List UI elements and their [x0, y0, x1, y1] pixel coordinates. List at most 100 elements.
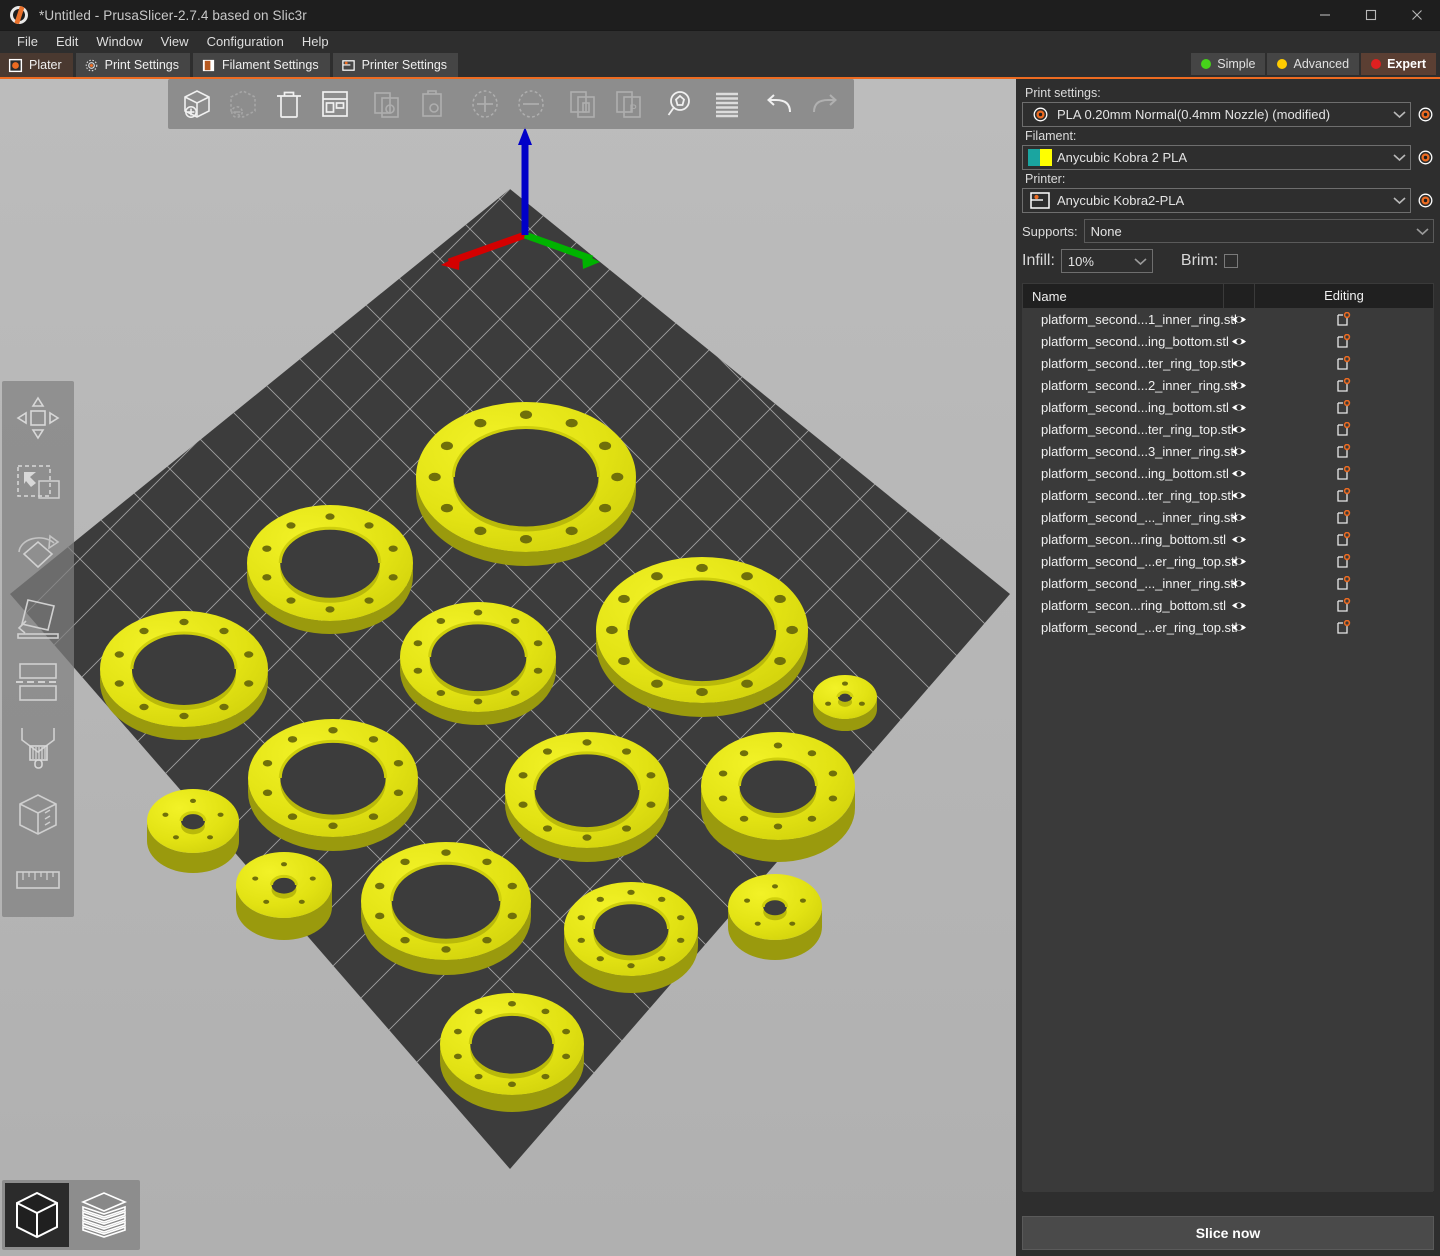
- model-object[interactable]: [416, 402, 636, 566]
- delete-object-button[interactable]: [220, 82, 266, 126]
- preview-view-button[interactable]: [72, 1183, 136, 1247]
- 3d-viewport[interactable]: [0, 79, 1016, 1256]
- model-object[interactable]: [440, 993, 584, 1112]
- variable-layer-height-button[interactable]: [704, 82, 750, 126]
- paste-button[interactable]: [410, 82, 456, 126]
- edit-icon[interactable]: [1254, 378, 1433, 393]
- menu-configuration[interactable]: Configuration: [198, 32, 293, 51]
- eye-icon[interactable]: [1223, 358, 1254, 369]
- tab-printer-settings[interactable]: Printer Settings: [333, 53, 458, 77]
- edit-icon[interactable]: [1254, 422, 1433, 437]
- menu-file[interactable]: File: [8, 32, 47, 51]
- edit-icon[interactable]: [1254, 312, 1433, 327]
- table-row[interactable]: platform_second_...er_ring_top.stl: [1023, 616, 1433, 638]
- eye-icon[interactable]: [1223, 556, 1254, 567]
- eye-icon[interactable]: [1223, 402, 1254, 413]
- edit-icon[interactable]: [1254, 488, 1433, 503]
- edit-icon[interactable]: [1254, 554, 1433, 569]
- printer-combo[interactable]: Anycubic Kobra2-PLA: [1022, 188, 1411, 213]
- slice-now-button[interactable]: Slice now: [1022, 1216, 1434, 1250]
- eye-icon[interactable]: [1223, 600, 1254, 611]
- eye-icon[interactable]: [1223, 336, 1254, 347]
- edit-icon[interactable]: [1254, 444, 1433, 459]
- remove-instance-button[interactable]: [508, 82, 554, 126]
- print-settings-combo[interactable]: PLA 0.20mm Normal(0.4mm Nozzle) (modifie…: [1022, 102, 1411, 127]
- edit-icon[interactable]: [1254, 400, 1433, 415]
- mode-expert-button[interactable]: Expert: [1361, 53, 1436, 75]
- eye-icon[interactable]: [1223, 578, 1254, 589]
- editor-view-button[interactable]: [5, 1183, 69, 1247]
- edit-icon[interactable]: [1254, 532, 1433, 547]
- edit-icon[interactable]: [1254, 576, 1433, 591]
- menu-edit[interactable]: Edit: [47, 32, 87, 51]
- infill-combo[interactable]: 10%: [1061, 249, 1153, 273]
- edit-icon[interactable]: [1254, 598, 1433, 613]
- model-object[interactable]: [701, 732, 855, 862]
- model-object[interactable]: [236, 852, 332, 940]
- table-row[interactable]: platform_second_..._inner_ring.stl: [1023, 506, 1433, 528]
- printer-gear-icon[interactable]: [1416, 192, 1434, 210]
- cut-button[interactable]: [6, 649, 70, 715]
- tab-filament-settings[interactable]: Filament Settings: [193, 53, 330, 77]
- eye-icon[interactable]: [1223, 512, 1254, 523]
- add-object-button[interactable]: [174, 82, 220, 126]
- table-row[interactable]: platform_second_..._inner_ring.stl: [1023, 572, 1433, 594]
- supports-combo[interactable]: None: [1084, 219, 1434, 243]
- seam-paint-button[interactable]: [6, 781, 70, 847]
- eye-icon[interactable]: [1223, 314, 1254, 325]
- table-row[interactable]: platform_second...3_inner_ring.stl: [1023, 440, 1433, 462]
- table-row[interactable]: platform_secon...ring_bottom.stl: [1023, 594, 1433, 616]
- tab-plater[interactable]: Plater: [0, 53, 73, 77]
- model-object[interactable]: [247, 505, 413, 634]
- model-object[interactable]: [400, 602, 556, 725]
- undo-button[interactable]: [756, 82, 802, 126]
- table-row[interactable]: platform_secon...ring_bottom.stl: [1023, 528, 1433, 550]
- redo-button[interactable]: [802, 82, 848, 126]
- menu-view[interactable]: View: [152, 32, 198, 51]
- model-object[interactable]: [505, 732, 669, 862]
- menu-help[interactable]: Help: [293, 32, 338, 51]
- place-on-face-button[interactable]: [6, 583, 70, 649]
- move-gizmo-button[interactable]: [6, 385, 70, 451]
- table-row[interactable]: platform_second...2_inner_ring.stl: [1023, 374, 1433, 396]
- model-object[interactable]: [147, 789, 239, 873]
- model-object[interactable]: [728, 874, 822, 960]
- eye-icon[interactable]: [1223, 468, 1254, 479]
- search-button[interactable]: [658, 82, 704, 126]
- minimize-button[interactable]: [1302, 0, 1348, 31]
- table-row[interactable]: platform_second...1_inner_ring.stl: [1023, 308, 1433, 330]
- model-object[interactable]: [100, 611, 268, 740]
- filament-combo[interactable]: Anycubic Kobra 2 PLA: [1022, 145, 1411, 170]
- print-settings-gear-icon[interactable]: [1416, 106, 1434, 124]
- eye-icon[interactable]: [1223, 380, 1254, 391]
- tab-print-settings[interactable]: Print Settings: [76, 53, 190, 77]
- edit-icon[interactable]: [1254, 356, 1433, 371]
- mode-advanced-button[interactable]: Advanced: [1267, 53, 1359, 75]
- table-row[interactable]: platform_second...ing_bottom.stl: [1023, 396, 1433, 418]
- fill-bed-button[interactable]: P: [606, 82, 652, 126]
- close-button[interactable]: [1394, 0, 1440, 31]
- model-object[interactable]: [596, 557, 808, 717]
- table-row[interactable]: platform_second...ing_bottom.stl: [1023, 330, 1433, 352]
- menu-window[interactable]: Window: [87, 32, 151, 51]
- edit-icon[interactable]: [1254, 466, 1433, 481]
- scale-gizmo-button[interactable]: [6, 451, 70, 517]
- eye-icon[interactable]: [1223, 424, 1254, 435]
- table-row[interactable]: platform_second...ing_bottom.stl: [1023, 462, 1433, 484]
- edit-icon[interactable]: [1254, 510, 1433, 525]
- rotate-gizmo-button[interactable]: [6, 517, 70, 583]
- table-row[interactable]: platform_second...ter_ring_top.stl: [1023, 484, 1433, 506]
- arrange-button[interactable]: [312, 82, 358, 126]
- eye-icon[interactable]: [1223, 622, 1254, 633]
- table-row[interactable]: platform_second...ter_ring_top.stl: [1023, 352, 1433, 374]
- model-object[interactable]: [564, 882, 698, 993]
- eye-icon[interactable]: [1223, 490, 1254, 501]
- model-object[interactable]: [361, 842, 531, 975]
- eye-icon[interactable]: [1223, 534, 1254, 545]
- filament-gear-icon[interactable]: [1416, 149, 1434, 167]
- model-object[interactable]: [813, 675, 877, 731]
- table-row[interactable]: platform_second_...er_ring_top.stl: [1023, 550, 1433, 572]
- set-instances-button[interactable]: [560, 82, 606, 126]
- edit-icon[interactable]: [1254, 620, 1433, 635]
- copy-button[interactable]: [364, 82, 410, 126]
